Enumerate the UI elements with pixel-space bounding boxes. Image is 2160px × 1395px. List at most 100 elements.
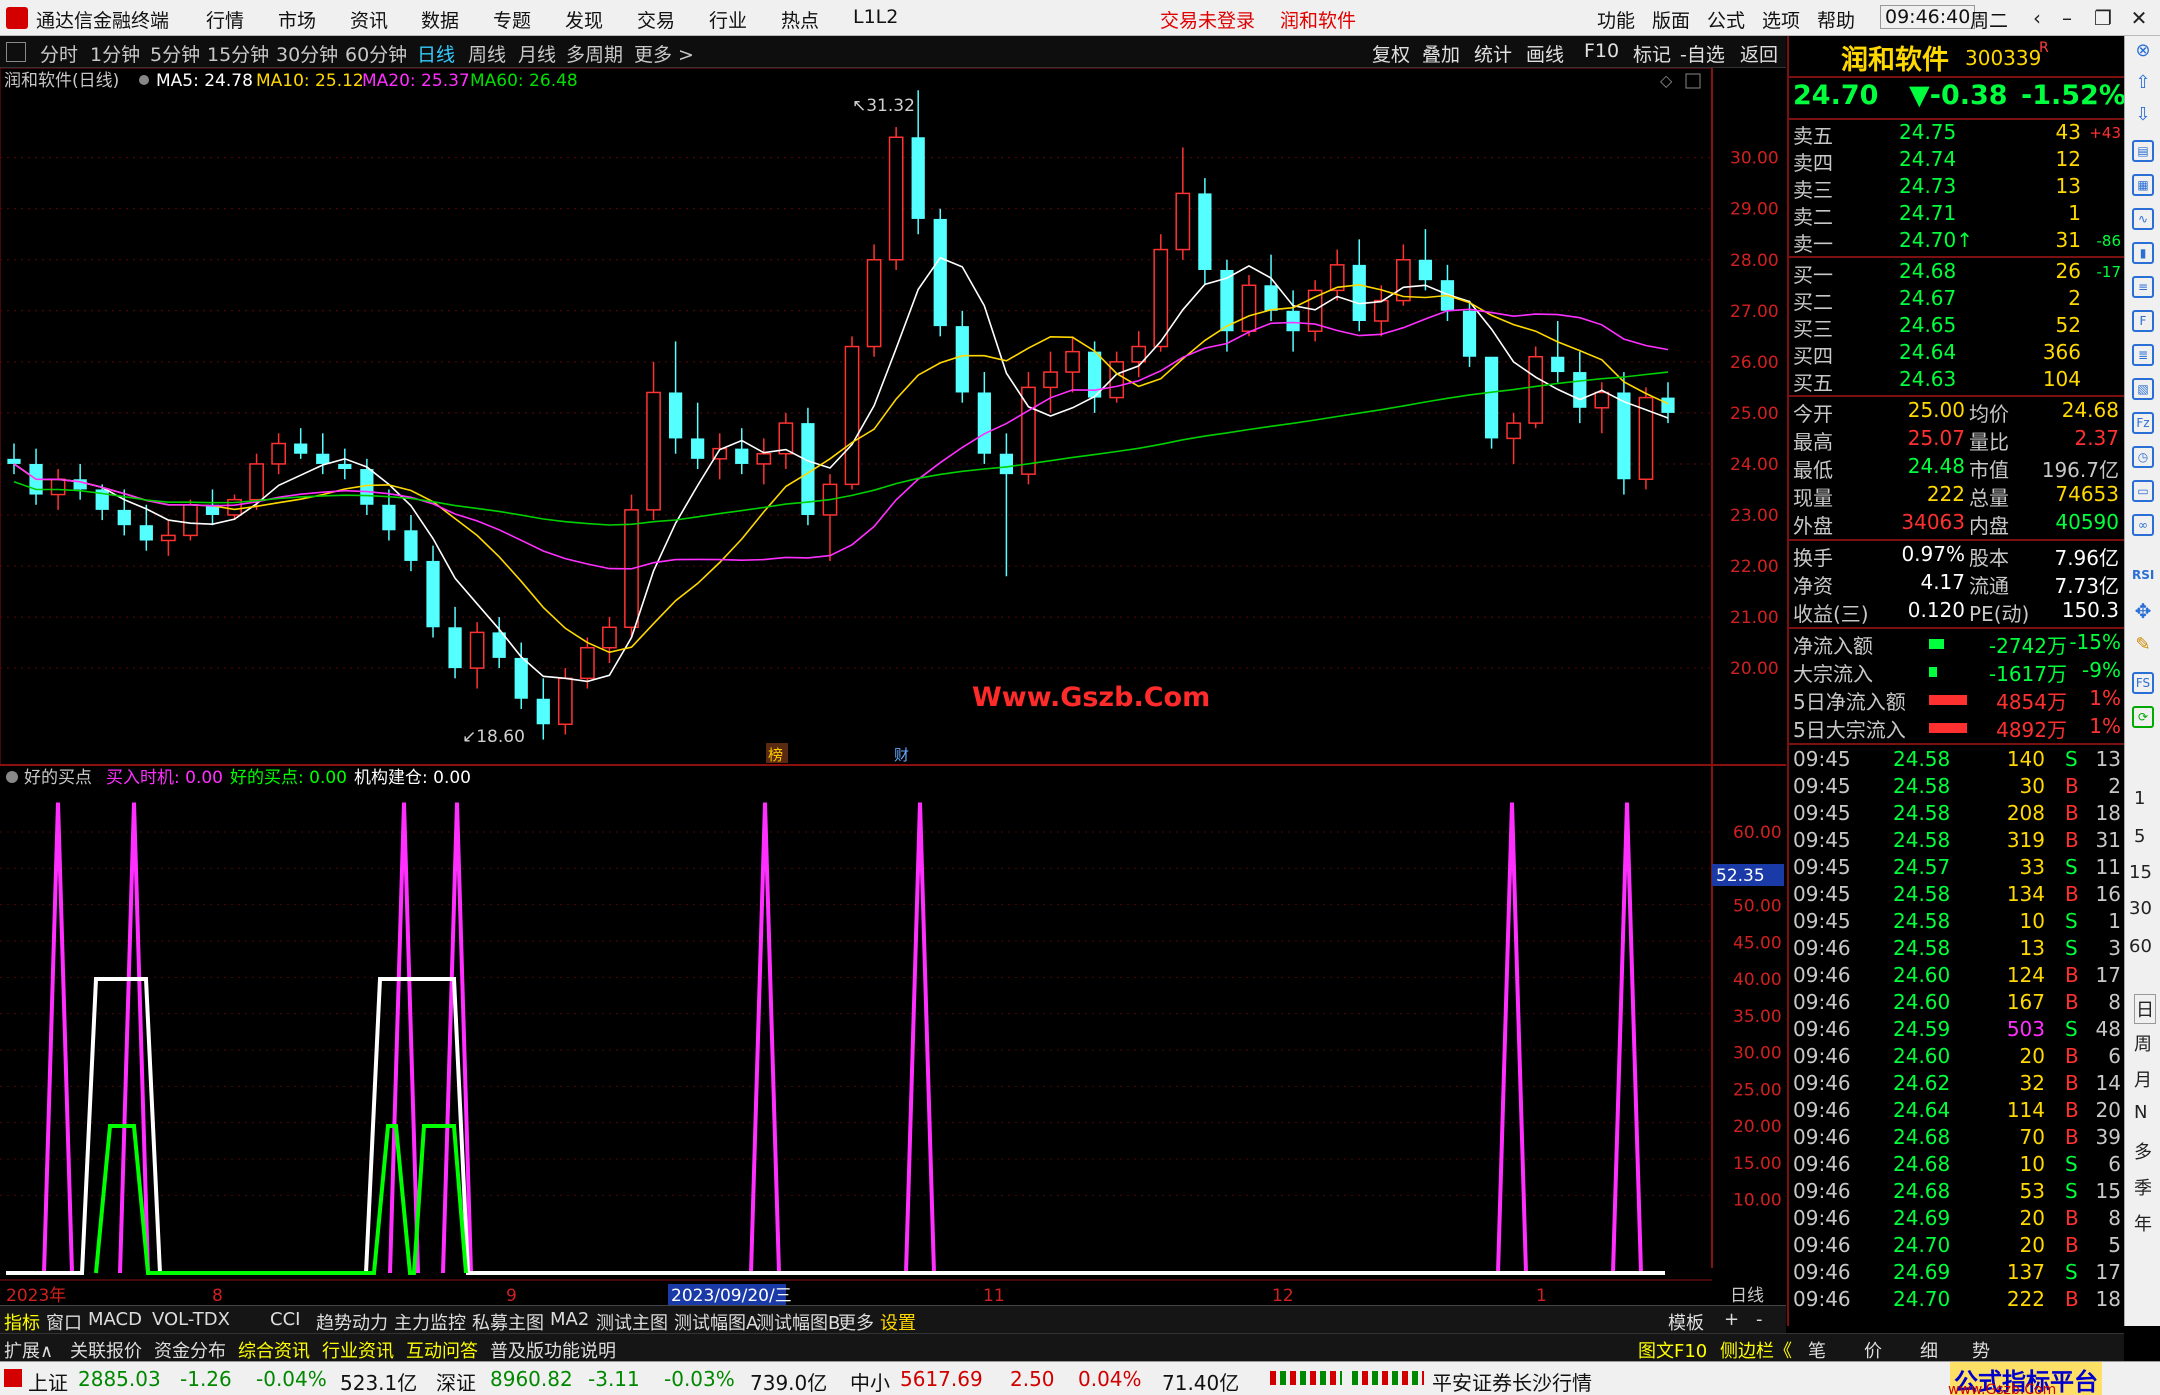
tool-button[interactable]: 返回 [1740, 40, 1778, 67]
period-tab[interactable]: 多周期 [566, 40, 623, 67]
tool-button[interactable]: 复权 [1372, 40, 1410, 67]
indicator-tab[interactable]: 测试幅图A [674, 1309, 758, 1335]
arrow-up-icon[interactable]: ⇧ [2132, 74, 2154, 96]
side-period[interactable]: 多 [2134, 1138, 2152, 1164]
candle-icon[interactable]: ▮ [2132, 242, 2154, 264]
side-period[interactable]: N [2134, 1102, 2147, 1123]
period-tab[interactable]: 30分钟 [276, 40, 338, 67]
tool-button[interactable]: 统计 [1474, 40, 1512, 67]
period-tab[interactable]: 分时 [40, 40, 78, 67]
side-num[interactable]: 15 [2129, 862, 2152, 883]
period-tab[interactable]: 15分钟 [207, 40, 269, 67]
tool-button[interactable]: 画线 [1526, 40, 1564, 67]
info-tab[interactable]: 普及版功能说明 [490, 1337, 616, 1363]
menu-item-function[interactable]: 功能 [1597, 6, 1635, 33]
menu-item-board[interactable]: 市场 [278, 6, 316, 33]
bids-row[interactable]: 买四 24.64 366 [1789, 340, 2124, 368]
refresh-icon[interactable]: ⟳ [2132, 706, 2154, 728]
menu-item-data[interactable]: 数据 [421, 6, 459, 33]
asks-row[interactable]: 卖五 24.75 43 +43 [1789, 120, 2124, 148]
menu-item-news[interactable]: 资讯 [350, 6, 388, 33]
tabs-right-button[interactable]: 模板 [1668, 1309, 1704, 1335]
chart-icon[interactable]: ▤ [2132, 140, 2154, 162]
menu-item-l1l2[interactable]: L1L2 [853, 6, 898, 28]
side-tab[interactable]: 笔 [1808, 1337, 1826, 1363]
side-period[interactable]: 月 [2134, 1066, 2152, 1092]
trend-icon[interactable]: ∿ [2132, 208, 2154, 230]
window-icon[interactable]: ▭ [2132, 480, 2154, 502]
index-name[interactable]: 深证 [436, 1367, 476, 1395]
indicator-tab[interactable]: 更多 [838, 1309, 874, 1335]
info-tab[interactable]: 综合资讯 [238, 1337, 310, 1363]
pen-icon[interactable]: ✎ [2132, 636, 2154, 658]
bids-row[interactable]: 买一 24.68 26 -17 [1789, 259, 2124, 287]
indicator-tab[interactable]: 测试幅图B [756, 1309, 840, 1335]
side-tab[interactable]: 侧边栏《 [1720, 1337, 1792, 1363]
kline-chart[interactable]: 润和软件(日线) MA5: 24.78 MA10: 25.12 MA20: 25… [0, 68, 1786, 1305]
asks-row[interactable]: 卖三 24.73 13 [1789, 174, 2124, 202]
info-tab[interactable]: 扩展∧ [4, 1337, 53, 1363]
bids-row[interactable]: 买三 24.65 52 [1789, 313, 2124, 341]
arrow-down-icon[interactable]: ⇩ [2132, 106, 2154, 128]
login-status[interactable]: 交易未登录 [1160, 6, 1255, 33]
close-panel-icon[interactable]: ⊗ [2132, 42, 2154, 64]
index-name[interactable]: 中小 [850, 1367, 890, 1395]
menu-item-topic[interactable]: 专题 [493, 6, 531, 33]
tabs-right-button[interactable]: - [1756, 1309, 1763, 1330]
indicator-tab[interactable]: 私募主图 [472, 1309, 544, 1335]
grid-icon[interactable]: ▦ [2132, 174, 2154, 196]
period-tab-active[interactable]: 日线 [417, 40, 455, 67]
indicator-tab[interactable]: 设置 [880, 1309, 916, 1335]
clock-icon[interactable]: ◷ [2132, 446, 2154, 468]
tool-button[interactable]: -自选 [1680, 40, 1725, 67]
info-tab[interactable]: 关联报价 [70, 1337, 142, 1363]
period-tab[interactable]: 60分钟 [345, 40, 407, 67]
fz-icon[interactable]: Fz [2132, 412, 2154, 434]
tabs-right-button[interactable]: + [1724, 1309, 1739, 1330]
menu-item-help[interactable]: 帮助 [1817, 6, 1855, 33]
indicator-tab[interactable]: CCI [270, 1309, 300, 1330]
indicator-tab[interactable]: 指标 [4, 1309, 40, 1335]
diamond-icon[interactable]: ◇ [1660, 71, 1673, 90]
tool-button[interactable]: 叠加 [1422, 40, 1460, 67]
period-more[interactable]: 更多 > [634, 40, 694, 67]
side-period[interactable]: 日 [2134, 994, 2156, 1024]
menu-item-industry[interactable]: 行业 [709, 6, 747, 33]
side-tab[interactable]: 势 [1972, 1337, 1990, 1363]
index-name[interactable]: 上证 [28, 1367, 68, 1395]
finance-marker[interactable]: 财 [894, 746, 909, 764]
side-tab[interactable]: 细 [1920, 1337, 1938, 1363]
data-icon[interactable]: ▧ [2132, 378, 2154, 400]
restore-icon[interactable]: ❐ [2088, 4, 2118, 32]
close-icon[interactable]: ✕ [2124, 4, 2154, 32]
side-num[interactable]: 30 [2129, 898, 2152, 919]
side-num[interactable]: 5 [2134, 826, 2145, 847]
period-tab[interactable]: 月线 [518, 40, 556, 67]
minimize-icon[interactable]: – [2052, 4, 2082, 32]
f10-icon[interactable]: F [2132, 310, 2154, 332]
indicator-tab[interactable]: 窗口 [46, 1309, 82, 1335]
info-tab[interactable]: 互动问答 [406, 1337, 478, 1363]
tool-button[interactable]: 标记 [1633, 40, 1671, 67]
rank-marker[interactable]: 榜 [768, 746, 783, 764]
side-num[interactable]: 60 [2129, 936, 2152, 957]
menu-item-formula[interactable]: 公式 [1707, 6, 1745, 33]
menu-item-hot[interactable]: 热点 [781, 6, 819, 33]
list-icon[interactable]: ≡ [2132, 276, 2154, 298]
move-icon[interactable]: ✥ [2132, 601, 2154, 624]
asks-row[interactable]: 卖二 24.71 1 [1789, 201, 2124, 229]
settings-dot-icon[interactable] [139, 75, 149, 85]
info-tab[interactable]: 行业资讯 [322, 1337, 394, 1363]
tool-button[interactable]: F10 [1584, 40, 1619, 62]
toggle-panel-icon[interactable] [6, 42, 26, 62]
menu-item-market[interactable]: 行情 [206, 6, 244, 33]
indicator-tab[interactable]: 主力监控 [394, 1309, 466, 1335]
side-period[interactable]: 季 [2134, 1174, 2152, 1200]
side-period[interactable]: 年 [2134, 1210, 2152, 1236]
rsi-icon[interactable]: RSI [2132, 566, 2154, 588]
side-tab[interactable]: 图文F10 [1638, 1337, 1707, 1363]
menu-item-options[interactable]: 选项 [1762, 6, 1800, 33]
indicator-tab[interactable]: VOL-TDX [152, 1309, 230, 1330]
collapse-icon[interactable] [6, 771, 18, 783]
indicator-tab[interactable]: 趋势动力 [316, 1309, 388, 1335]
